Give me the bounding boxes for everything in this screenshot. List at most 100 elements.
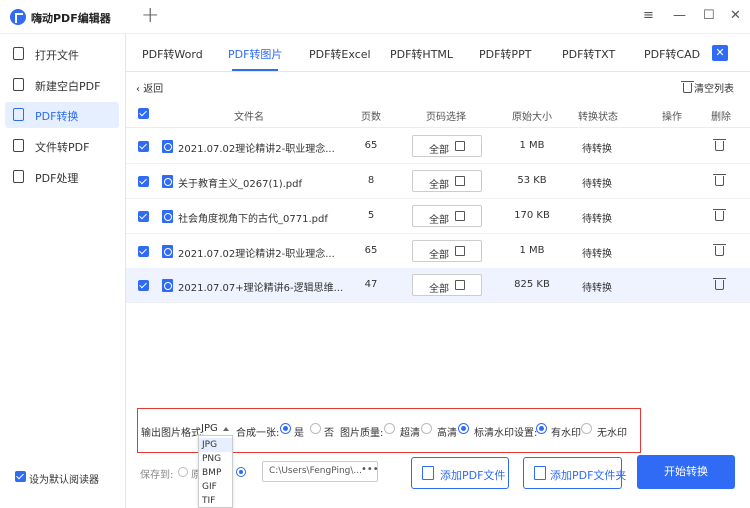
- row-checkbox[interactable]: [138, 280, 149, 291]
- merge-no-radio[interactable]: [310, 423, 321, 434]
- pdf-file-icon: [162, 140, 173, 153]
- file-name: 2021.07.07+理论精讲6-逻辑思维...: [178, 283, 344, 294]
- pdf-file-icon: [162, 245, 173, 258]
- page-select-label: 全部: [429, 180, 449, 191]
- default-reader-checkbox[interactable]: [15, 471, 26, 482]
- edit-icon: [455, 280, 465, 290]
- table-row[interactable]: 社会角度视角下的古代_0771.pdf 5 全部 170 KB 待转换: [126, 199, 750, 234]
- delete-row-trash-icon[interactable]: [713, 209, 726, 221]
- close-tabs-icon[interactable]: ✕: [712, 45, 728, 61]
- add-file-icon: [422, 466, 434, 480]
- save-custom-radio[interactable]: [236, 467, 246, 477]
- tab-pdf-to-excel[interactable]: PDF转Excel: [309, 46, 371, 62]
- sidebar-item-file-to-pdf[interactable]: 文件转PDF: [5, 133, 119, 159]
- tab-pdf-to-image[interactable]: PDF转图片: [228, 46, 282, 62]
- add-pdf-file-button[interactable]: 添加PDF文件: [411, 457, 509, 489]
- format-option-tif[interactable]: TIF: [199, 494, 232, 508]
- page-select-label: 全部: [429, 284, 449, 295]
- delete-row-trash-icon[interactable]: [713, 139, 726, 151]
- save-source-radio[interactable]: [178, 467, 188, 477]
- file-name: 关于教育主义_0267(1).pdf: [178, 179, 303, 190]
- table-header: 文件名 页数 页码选择 原始大小 转换状态 操作 删除: [126, 100, 750, 128]
- row-checkbox[interactable]: [138, 141, 149, 152]
- quality-high-label: 高清: [437, 428, 457, 439]
- tab-pdf-to-html[interactable]: PDF转HTML: [390, 46, 453, 62]
- quality-ultra-radio[interactable]: [384, 423, 395, 434]
- sidebar-item-pdf-process[interactable]: PDF处理: [5, 164, 119, 190]
- delete-row-trash-icon[interactable]: [713, 174, 726, 186]
- sidebar-item-label: PDF处理: [35, 172, 79, 185]
- start-convert-button[interactable]: 开始转换: [637, 455, 735, 489]
- pdf-process-icon: [13, 170, 24, 183]
- header-size: 原始大小: [512, 112, 552, 123]
- clear-list-button[interactable]: 清空列表: [681, 80, 734, 95]
- save-path-field[interactable]: C:\Users\FengPing\... •••: [262, 461, 379, 482]
- table-row[interactable]: 2021.07.02理论精讲2-职业理念... 65 全部 1 MB 待转换: [126, 129, 750, 164]
- select-all-checkbox[interactable]: [138, 108, 149, 119]
- tab-pdf-to-cad[interactable]: PDF转CAD: [644, 46, 700, 62]
- page-select-button[interactable]: 全部: [412, 274, 482, 296]
- close-window-button[interactable]: ✕: [730, 8, 741, 24]
- edit-icon: [455, 141, 465, 151]
- watermark-off-radio[interactable]: [581, 423, 592, 434]
- quality-high-radio[interactable]: [421, 423, 432, 434]
- table-row[interactable]: 2021.07.02理论精讲2-职业理念... 65 全部 1 MB 待转换: [126, 234, 750, 269]
- browse-path-button[interactable]: •••: [361, 464, 379, 475]
- sidebar-item-label: 文件转PDF: [35, 141, 90, 154]
- sidebar-item-new-pdf[interactable]: 新建空白PDF: [5, 72, 119, 98]
- minimize-button[interactable]: —: [673, 8, 686, 24]
- add-pdf-folder-button[interactable]: 添加PDF文件夹: [523, 457, 626, 489]
- page-select-button[interactable]: 全部: [412, 205, 482, 227]
- row-checkbox[interactable]: [138, 176, 149, 187]
- format-option-png[interactable]: PNG: [199, 452, 232, 466]
- menu-icon[interactable]: ≡: [643, 8, 654, 24]
- file-name: 2021.07.02理论精讲2-职业理念...: [178, 249, 335, 260]
- trash-icon: [681, 81, 694, 93]
- format-option-bmp[interactable]: BMP: [199, 466, 232, 480]
- format-option-gif[interactable]: GIF: [199, 480, 232, 494]
- table-row[interactable]: 2021.07.07+理论精讲6-逻辑思维... 47 全部 825 KB 待转…: [126, 268, 750, 303]
- back-button[interactable]: ‹ 返回: [136, 80, 163, 95]
- clear-list-label: 清空列表: [694, 84, 734, 95]
- sidebar-item-open-file[interactable]: 打开文件: [5, 41, 119, 67]
- quality-ultra-label: 超清: [400, 428, 420, 439]
- maximize-button[interactable]: ☐: [703, 8, 715, 24]
- watermark-on-label: 有水印: [551, 428, 581, 439]
- page-select-button[interactable]: 全部: [412, 240, 482, 262]
- pdf-convert-icon: [13, 108, 24, 121]
- page-count: 65: [364, 140, 378, 151]
- chevron-up-icon: [223, 427, 229, 431]
- delete-row-trash-icon[interactable]: [713, 278, 726, 290]
- delete-row-trash-icon[interactable]: [713, 244, 726, 256]
- tab-pdf-to-ppt[interactable]: PDF转PPT: [479, 46, 531, 62]
- sidebar-item-pdf-convert[interactable]: PDF转换: [5, 102, 119, 128]
- watermark-on-radio[interactable]: [536, 423, 547, 434]
- new-tab-plus-icon[interactable]: +: [141, 4, 159, 28]
- row-checkbox[interactable]: [138, 211, 149, 222]
- file-name: 2021.07.02理论精讲2-职业理念...: [178, 144, 335, 155]
- tab-pdf-to-txt[interactable]: PDF转TXT: [562, 46, 615, 62]
- open-file-icon: [13, 47, 24, 60]
- header-delete: 删除: [711, 112, 731, 123]
- watermark-off-label: 无水印: [597, 428, 627, 439]
- page-select-label: 全部: [429, 250, 449, 261]
- sidebar: 打开文件 新建空白PDF PDF转换 文件转PDF PDF处理 设为默认阅读器: [0, 34, 126, 508]
- app-logo-icon: [10, 9, 26, 25]
- row-checkbox[interactable]: [138, 246, 149, 257]
- quality-label: 图片质量:: [340, 428, 384, 439]
- add-folder-label: 添加PDF文件夹: [550, 469, 627, 482]
- conversion-status: 待转换: [582, 283, 612, 294]
- page-select-button[interactable]: 全部: [412, 170, 482, 192]
- page-select-label: 全部: [429, 215, 449, 226]
- table-row[interactable]: 关于教育主义_0267(1).pdf 8 全部 53 KB 待转换: [126, 164, 750, 199]
- pdf-file-icon: [162, 279, 173, 292]
- pdf-file-icon: [162, 210, 173, 223]
- tab-pdf-to-word[interactable]: PDF转Word: [142, 46, 203, 62]
- format-option-jpg[interactable]: JPG: [199, 438, 232, 452]
- add-pdf-label: 添加PDF文件: [440, 469, 506, 482]
- page-select-button[interactable]: 全部: [412, 135, 482, 157]
- quality-standard-radio[interactable]: [458, 423, 469, 434]
- conversion-status: 待转换: [582, 144, 612, 155]
- merge-yes-radio[interactable]: [280, 423, 291, 434]
- file-size: 170 KB: [514, 210, 550, 221]
